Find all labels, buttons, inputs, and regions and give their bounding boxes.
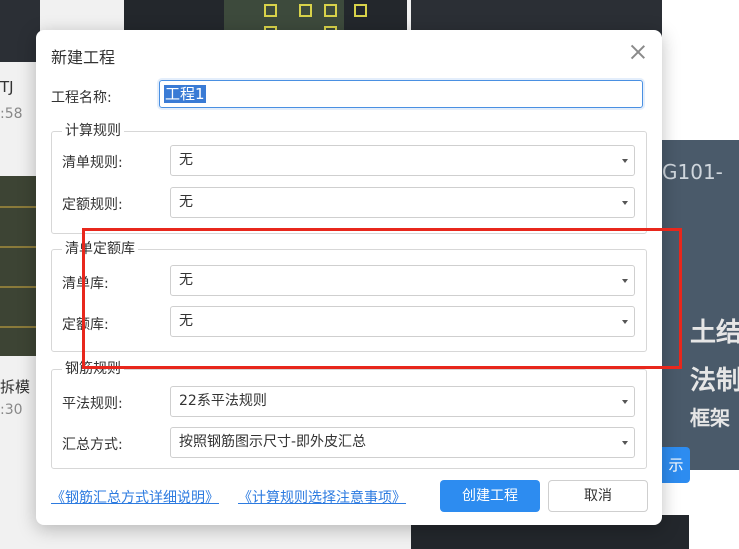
thumbnail-mark: [324, 4, 337, 17]
banner-text: 框架: [690, 406, 730, 430]
calc-rules-group: 计算规则 清单规则: 无 定额规则: 无: [51, 122, 647, 234]
project-name-value: 工程1: [164, 85, 206, 103]
summary-help-link[interactable]: 《钢筋汇总方式详细说明》: [51, 487, 219, 507]
thumbnail-stripe: [0, 286, 40, 288]
bill-library-value: 无: [179, 272, 193, 288]
chevron-down-icon: [622, 320, 628, 324]
thumbnail-stripe: [0, 246, 40, 248]
thumbnail-mark: [299, 4, 312, 17]
quota-library-value: 无: [179, 313, 193, 329]
quota-rule-label: 定额规则:: [62, 197, 123, 213]
close-icon[interactable]: [628, 42, 648, 62]
banner-text: 法制: [690, 366, 739, 396]
project-name-label: 工程名称:: [51, 90, 112, 106]
thumbnail-mark: [264, 4, 277, 17]
summary-method-label: 汇总方式:: [62, 437, 123, 453]
project-name-input[interactable]: 工程1: [159, 80, 643, 108]
project-card-time: :58: [0, 106, 23, 122]
chevron-down-icon: [622, 279, 628, 283]
bill-library-select[interactable]: 无: [170, 265, 635, 296]
pingfa-rule-label: 平法规则:: [62, 396, 123, 412]
bill-library-label: 清单库:: [62, 276, 109, 292]
quota-rule-value: 无: [179, 194, 193, 210]
chevron-down-icon: [622, 159, 628, 163]
library-legend: 清单定额库: [62, 240, 138, 258]
chevron-down-icon: [622, 441, 628, 445]
bill-rule-label: 清单规则:: [62, 155, 123, 171]
chevron-down-icon: [622, 400, 628, 404]
cancel-button[interactable]: 取消: [548, 480, 648, 512]
calc-notes-link[interactable]: 《计算规则选择注意事项》: [238, 487, 406, 507]
rebar-rules-group: 钢筋规则 平法规则: 22系平法规则 汇总方式: 按照钢筋图示尺寸-即外皮汇总: [51, 360, 647, 469]
project-card-thumbnail[interactable]: [0, 176, 40, 356]
standard-banner-image[interactable]: G101- 土结构 法制 框架: [662, 140, 739, 470]
bill-rule-select[interactable]: 无: [170, 145, 635, 176]
dialog-title: 新建工程: [51, 48, 116, 67]
project-card-thumbnail[interactable]: [0, 0, 40, 62]
thumbnail-mark: [354, 4, 367, 17]
quota-library-select[interactable]: 无: [170, 306, 635, 337]
project-card-time: :30: [0, 402, 23, 418]
pingfa-rule-value: 22系平法规则: [179, 393, 267, 409]
chevron-down-icon: [622, 201, 628, 205]
summary-method-value: 按照钢筋图示尺寸-即外皮汇总: [179, 434, 367, 450]
new-project-dialog: 新建工程 工程名称: 工程1 计算规则 清单规则: 无 定额规则: 无 清单定额…: [36, 30, 662, 525]
banner-button[interactable]: 示: [662, 447, 690, 483]
create-project-button[interactable]: 创建工程: [440, 480, 540, 512]
quota-rule-select[interactable]: 无: [170, 187, 635, 218]
banner-text: 土结构: [690, 318, 739, 348]
bill-rule-value: 无: [179, 152, 193, 168]
thumbnail-stripe: [0, 326, 40, 328]
thumbnail-stripe: [0, 206, 40, 208]
summary-method-select[interactable]: 按照钢筋图示尺寸-即外皮汇总: [170, 427, 635, 458]
project-card-title[interactable]: 拆模: [0, 376, 30, 397]
library-group: 清单定额库 清单库: 无 定额库: 无: [51, 240, 647, 352]
project-card-title[interactable]: TJ: [0, 78, 14, 96]
banner-text: G101-: [662, 160, 723, 184]
rebar-rules-legend: 钢筋规则: [62, 360, 124, 378]
quota-library-label: 定额库:: [62, 317, 109, 333]
calc-rules-legend: 计算规则: [62, 122, 124, 140]
pingfa-rule-select[interactable]: 22系平法规则: [170, 386, 635, 417]
